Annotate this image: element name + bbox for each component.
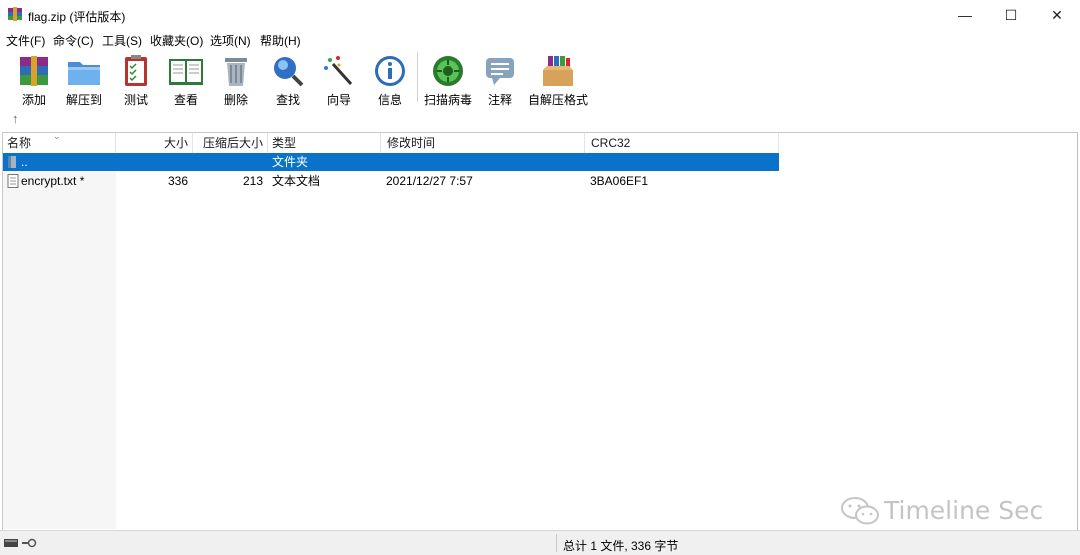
- menu-file[interactable]: 文件(F): [6, 32, 45, 49]
- list-header: 名称 ⌄ 大小 压缩后大小 类型 修改时间 CRC32: [3, 131, 1076, 153]
- wizard-button[interactable]: 向导: [317, 52, 361, 107]
- menu-bar: 文件(F) 命令(C) 工具(S) 收藏夹(O) 选项(N) 帮助(H): [0, 30, 1080, 48]
- watermark: Timeline Sec: [840, 494, 1060, 528]
- scan-virus-button[interactable]: 扫描病毒: [423, 52, 473, 107]
- watermark-text: Timeline Sec: [884, 496, 1044, 525]
- view-button[interactable]: 查看: [164, 52, 208, 107]
- add-archive-icon: [20, 56, 48, 86]
- row-modified: 2021/12/27 7:57: [386, 174, 473, 188]
- add-button[interactable]: 添加: [12, 52, 56, 107]
- row-crc: 3BA06EF1: [590, 174, 649, 188]
- column-type[interactable]: 类型: [268, 133, 381, 153]
- extract-to-button[interactable]: 解压到: [62, 52, 106, 107]
- row-name: encrypt.txt *: [21, 174, 85, 188]
- row-type: 文件夹: [272, 155, 309, 169]
- minimize-button[interactable]: —: [942, 0, 988, 30]
- drive-icon: [4, 538, 37, 548]
- row-size: 336: [167, 174, 188, 188]
- maximize-button[interactable]: ☐: [988, 0, 1034, 30]
- column-modified[interactable]: 修改时间: [381, 133, 585, 153]
- menu-options[interactable]: 选项(N): [210, 32, 251, 49]
- table-row-parent[interactable]: .. 文件夹: [3, 153, 779, 171]
- column-size[interactable]: 大小: [116, 133, 193, 153]
- test-clipboard-icon: [125, 55, 147, 86]
- toolbar-separator: [417, 52, 418, 102]
- trash-icon: [225, 58, 247, 86]
- up-folder-icon[interactable]: ↑: [12, 111, 19, 126]
- info-icon: [375, 56, 405, 86]
- menu-commands[interactable]: 命令(C): [53, 32, 94, 49]
- menu-help[interactable]: 帮助(H): [260, 32, 301, 49]
- find-button[interactable]: 查找: [266, 52, 310, 107]
- comment-icon: [486, 58, 514, 85]
- test-button[interactable]: 测试: [114, 52, 158, 107]
- table-row-file[interactable]: encrypt.txt * 336 213 文本文档 2021/12/27 7:…: [3, 172, 779, 190]
- info-button[interactable]: 信息: [368, 52, 412, 107]
- column-name[interactable]: 名称 ⌄: [3, 131, 116, 153]
- sort-chevron-icon: ⌄: [53, 131, 61, 141]
- title-bar: flag.zip (评估版本) — ☐ ✕: [0, 0, 1080, 30]
- view-book-icon: [169, 59, 203, 85]
- comment-button[interactable]: 注释: [480, 52, 520, 107]
- column-packed-size[interactable]: 压缩后大小: [193, 133, 268, 153]
- status-bar: 总计 1 文件, 336 字节: [0, 530, 1080, 555]
- row-type: 文本文档: [272, 174, 321, 188]
- sfx-button[interactable]: 自解压格式: [528, 52, 588, 107]
- menu-tools[interactable]: 工具(S): [102, 32, 142, 49]
- parent-folder-icon: [8, 156, 16, 168]
- winrar-app-icon: [8, 7, 22, 21]
- status-summary: 总计 1 文件, 336 字节: [563, 539, 679, 553]
- column-crc32[interactable]: CRC32: [585, 133, 779, 153]
- wizard-wand-icon: [324, 56, 353, 86]
- address-bar: [0, 108, 1080, 130]
- sfx-box-icon: [543, 56, 573, 86]
- close-button[interactable]: ✕: [1034, 0, 1080, 30]
- magnifier-icon: [274, 57, 304, 87]
- delete-button[interactable]: 删除: [214, 52, 258, 107]
- name-column-background: [3, 153, 116, 529]
- window-title: flag.zip (评估版本): [28, 10, 126, 24]
- file-list: [2, 132, 1078, 531]
- wechat-logo-icon: [841, 497, 879, 525]
- row-name: ..: [21, 155, 28, 169]
- extract-folder-icon: [68, 62, 100, 85]
- status-separator: [556, 534, 557, 552]
- virus-scan-icon: [433, 56, 463, 86]
- menu-favorites[interactable]: 收藏夹(O): [150, 32, 203, 49]
- text-file-icon: [7, 174, 19, 188]
- row-packed: 213: [242, 174, 263, 188]
